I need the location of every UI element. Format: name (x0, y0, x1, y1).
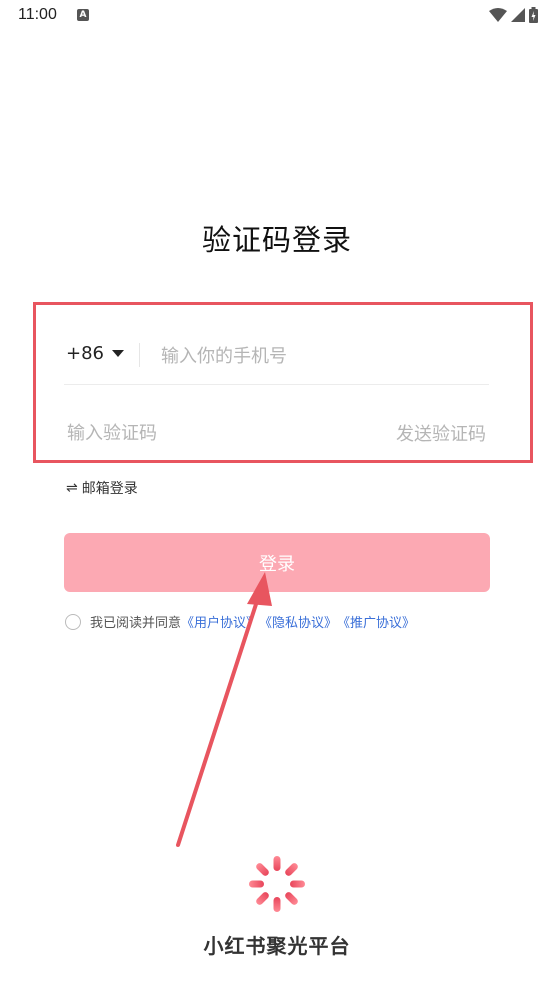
status-bar: 11:00 A (0, 0, 554, 30)
status-time: 11:00 (18, 6, 57, 23)
brand-logo-icon (249, 856, 305, 912)
user-agreement-link[interactable]: 《用户协议》 (181, 612, 259, 631)
wifi-icon (489, 8, 507, 22)
agreement-row: 我已阅读并同意 《用户协议》 《隐私协议》 《推广协议》 (65, 612, 415, 631)
email-login-label: 邮箱登录 (81, 481, 138, 497)
login-button[interactable]: 登录 (64, 533, 490, 592)
chevron-down-icon (112, 349, 124, 357)
notification-icon: A (77, 9, 89, 21)
battery-icon (529, 7, 538, 23)
agreement-text: 我已阅读并同意 (90, 616, 182, 631)
email-login-link[interactable]: ⇌ 邮箱登录 (66, 478, 138, 498)
send-code-button[interactable]: 发送验证码 (396, 420, 486, 446)
brand-name: 小红书聚光平台 (203, 934, 351, 958)
agree-checkbox[interactable] (65, 613, 81, 630)
verification-code-input[interactable] (67, 419, 287, 447)
phone-input[interactable] (161, 342, 481, 370)
country-code-value: +86 (66, 343, 104, 364)
page-title: 验证码登录 (201, 223, 352, 257)
signal-icon (511, 8, 525, 22)
status-icons (489, 6, 538, 24)
country-code-selector[interactable]: +86 (66, 343, 124, 364)
promotion-agreement-link[interactable]: 《推广协议》 (337, 612, 415, 631)
divider (64, 384, 489, 385)
privacy-agreement-link[interactable]: 《隐私协议》 (259, 612, 337, 631)
switch-icon: ⇌ (66, 480, 78, 496)
divider (139, 343, 140, 367)
